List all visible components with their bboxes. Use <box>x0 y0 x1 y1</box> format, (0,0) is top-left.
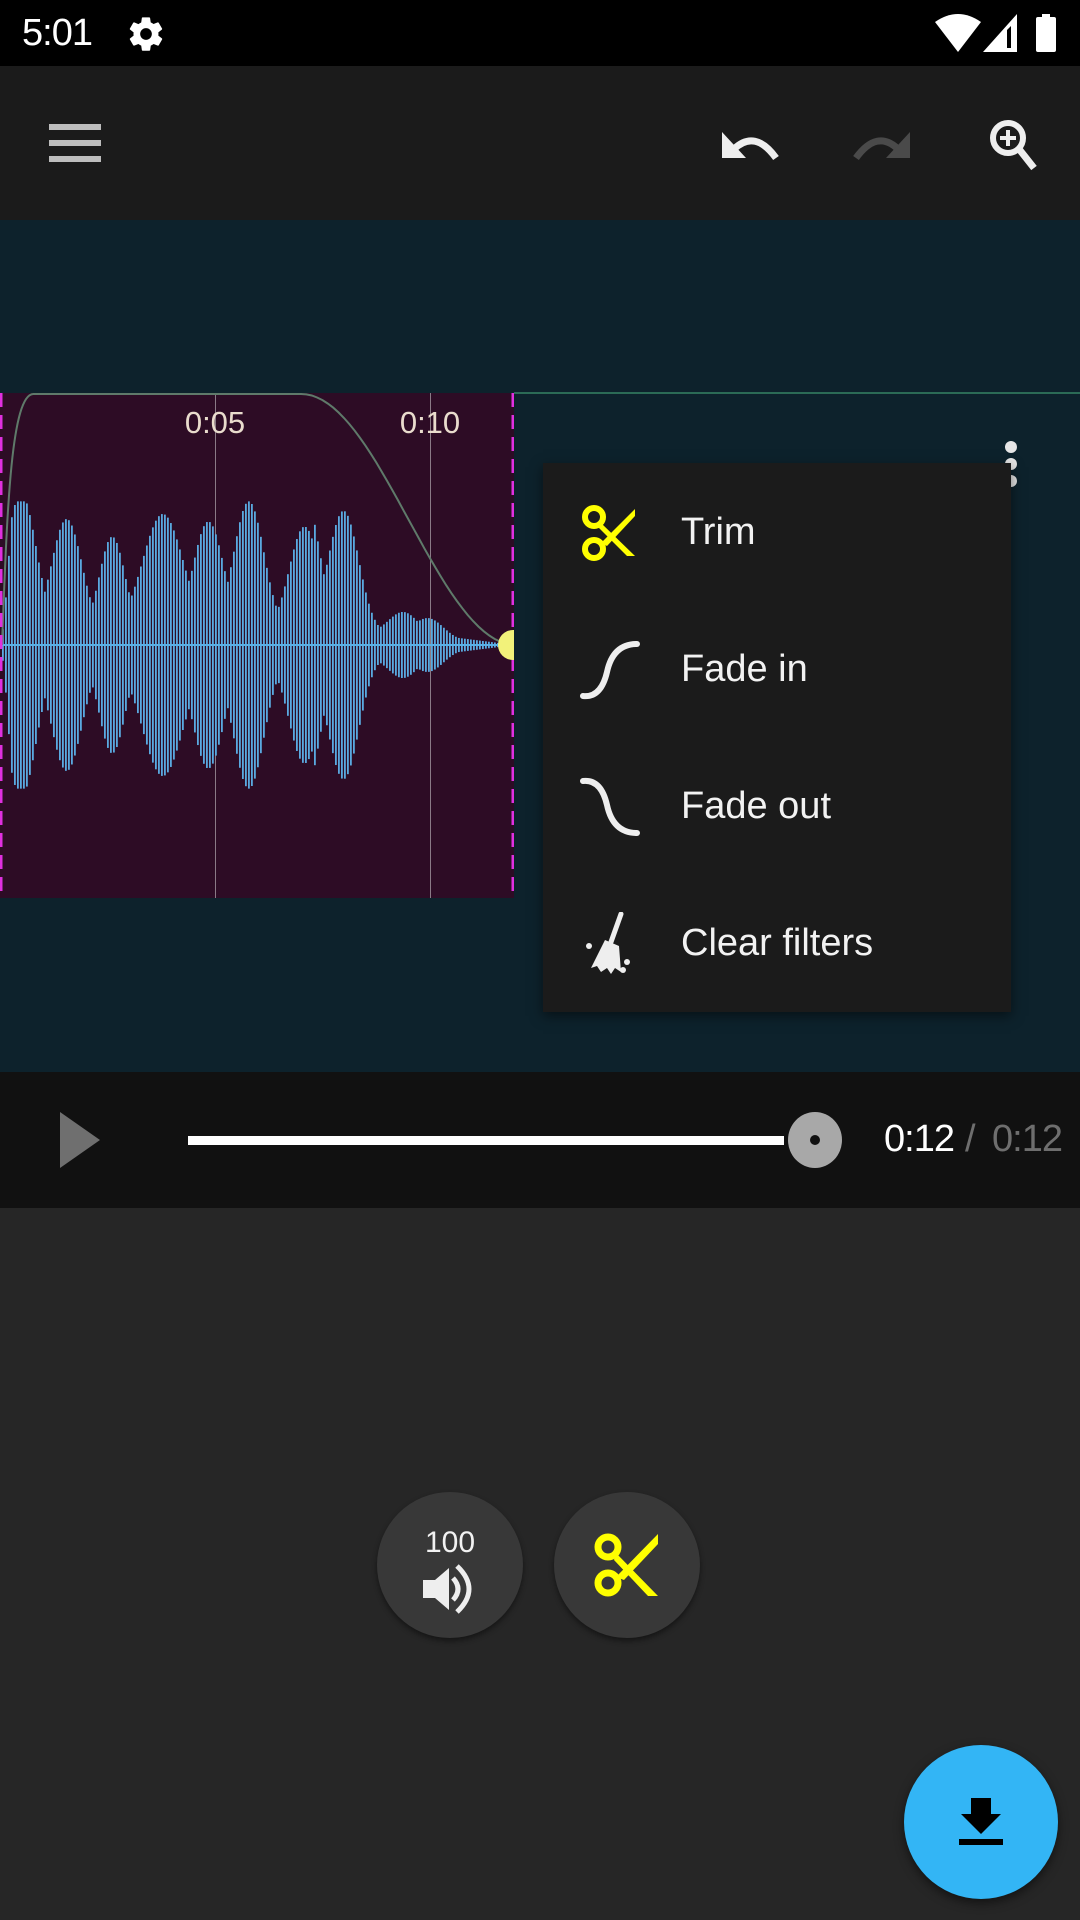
volume-icon <box>423 1564 472 1614</box>
menu-item-label: Trim <box>681 511 756 553</box>
menu-item-trim[interactable]: Trim <box>543 464 1011 601</box>
seek-bar-track[interactable] <box>188 1136 784 1145</box>
menu-item-fade-in[interactable]: Fade in <box>543 601 1011 738</box>
cell-signal-icon <box>983 14 1017 52</box>
save-download-fab[interactable] <box>904 1745 1058 1899</box>
menu-item-clear-filters[interactable]: Clear filters <box>543 875 1011 1012</box>
player-bar: 0:12 / 0:12 <box>0 1072 1080 1208</box>
status-bar: 5:01 <box>0 0 1080 66</box>
waveform-graph <box>0 393 514 898</box>
scissors-icon <box>594 1533 658 1597</box>
zoom-in-button[interactable] <box>976 106 1052 182</box>
clip-context-menu: Trim Fade in Fade out Clear filters <box>543 463 1011 1012</box>
broom-icon <box>579 911 643 976</box>
undo-icon <box>722 132 779 161</box>
volume-button[interactable]: 100 <box>377 1492 523 1638</box>
redo-button[interactable] <box>844 106 920 182</box>
undo-button[interactable] <box>712 106 788 182</box>
volume-value: 100 <box>424 1526 476 1559</box>
trim-button[interactable] <box>554 1492 700 1638</box>
play-icon <box>60 1112 100 1168</box>
fade-in-curve-icon <box>579 638 643 702</box>
zoom-in-icon <box>990 120 1037 171</box>
waveform-editor[interactable]: 0:05 0:10 Trim Fade in Fade out Clear fi… <box>0 220 1080 1072</box>
play-button[interactable] <box>50 1108 110 1172</box>
status-time: 5:01 <box>22 12 93 54</box>
menu-item-label: Clear filters <box>681 922 874 964</box>
menu-item-label: Fade in <box>681 648 808 690</box>
menu-item-fade-out[interactable]: Fade out <box>543 738 1011 875</box>
fade-out-curve-icon <box>579 775 643 839</box>
download-icon <box>959 1798 1003 1845</box>
scissors-icon <box>579 501 643 565</box>
total-time: 0:12 <box>992 1118 1063 1160</box>
current-time: 0:12 <box>884 1118 955 1160</box>
hamburger-menu-icon <box>49 124 101 162</box>
redo-icon <box>853 132 910 161</box>
audio-clip[interactable]: 0:05 0:10 <box>0 393 514 898</box>
track-timeline-line <box>514 392 1080 394</box>
toolbar <box>0 66 1080 220</box>
menu-button[interactable] <box>38 106 114 182</box>
time-separator: / <box>965 1118 976 1160</box>
menu-item-label: Fade out <box>681 785 831 827</box>
wifi-icon <box>935 14 981 52</box>
settings-gear-icon <box>129 17 163 51</box>
seek-bar-thumb[interactable] <box>788 1112 842 1168</box>
battery-icon <box>1036 14 1056 52</box>
